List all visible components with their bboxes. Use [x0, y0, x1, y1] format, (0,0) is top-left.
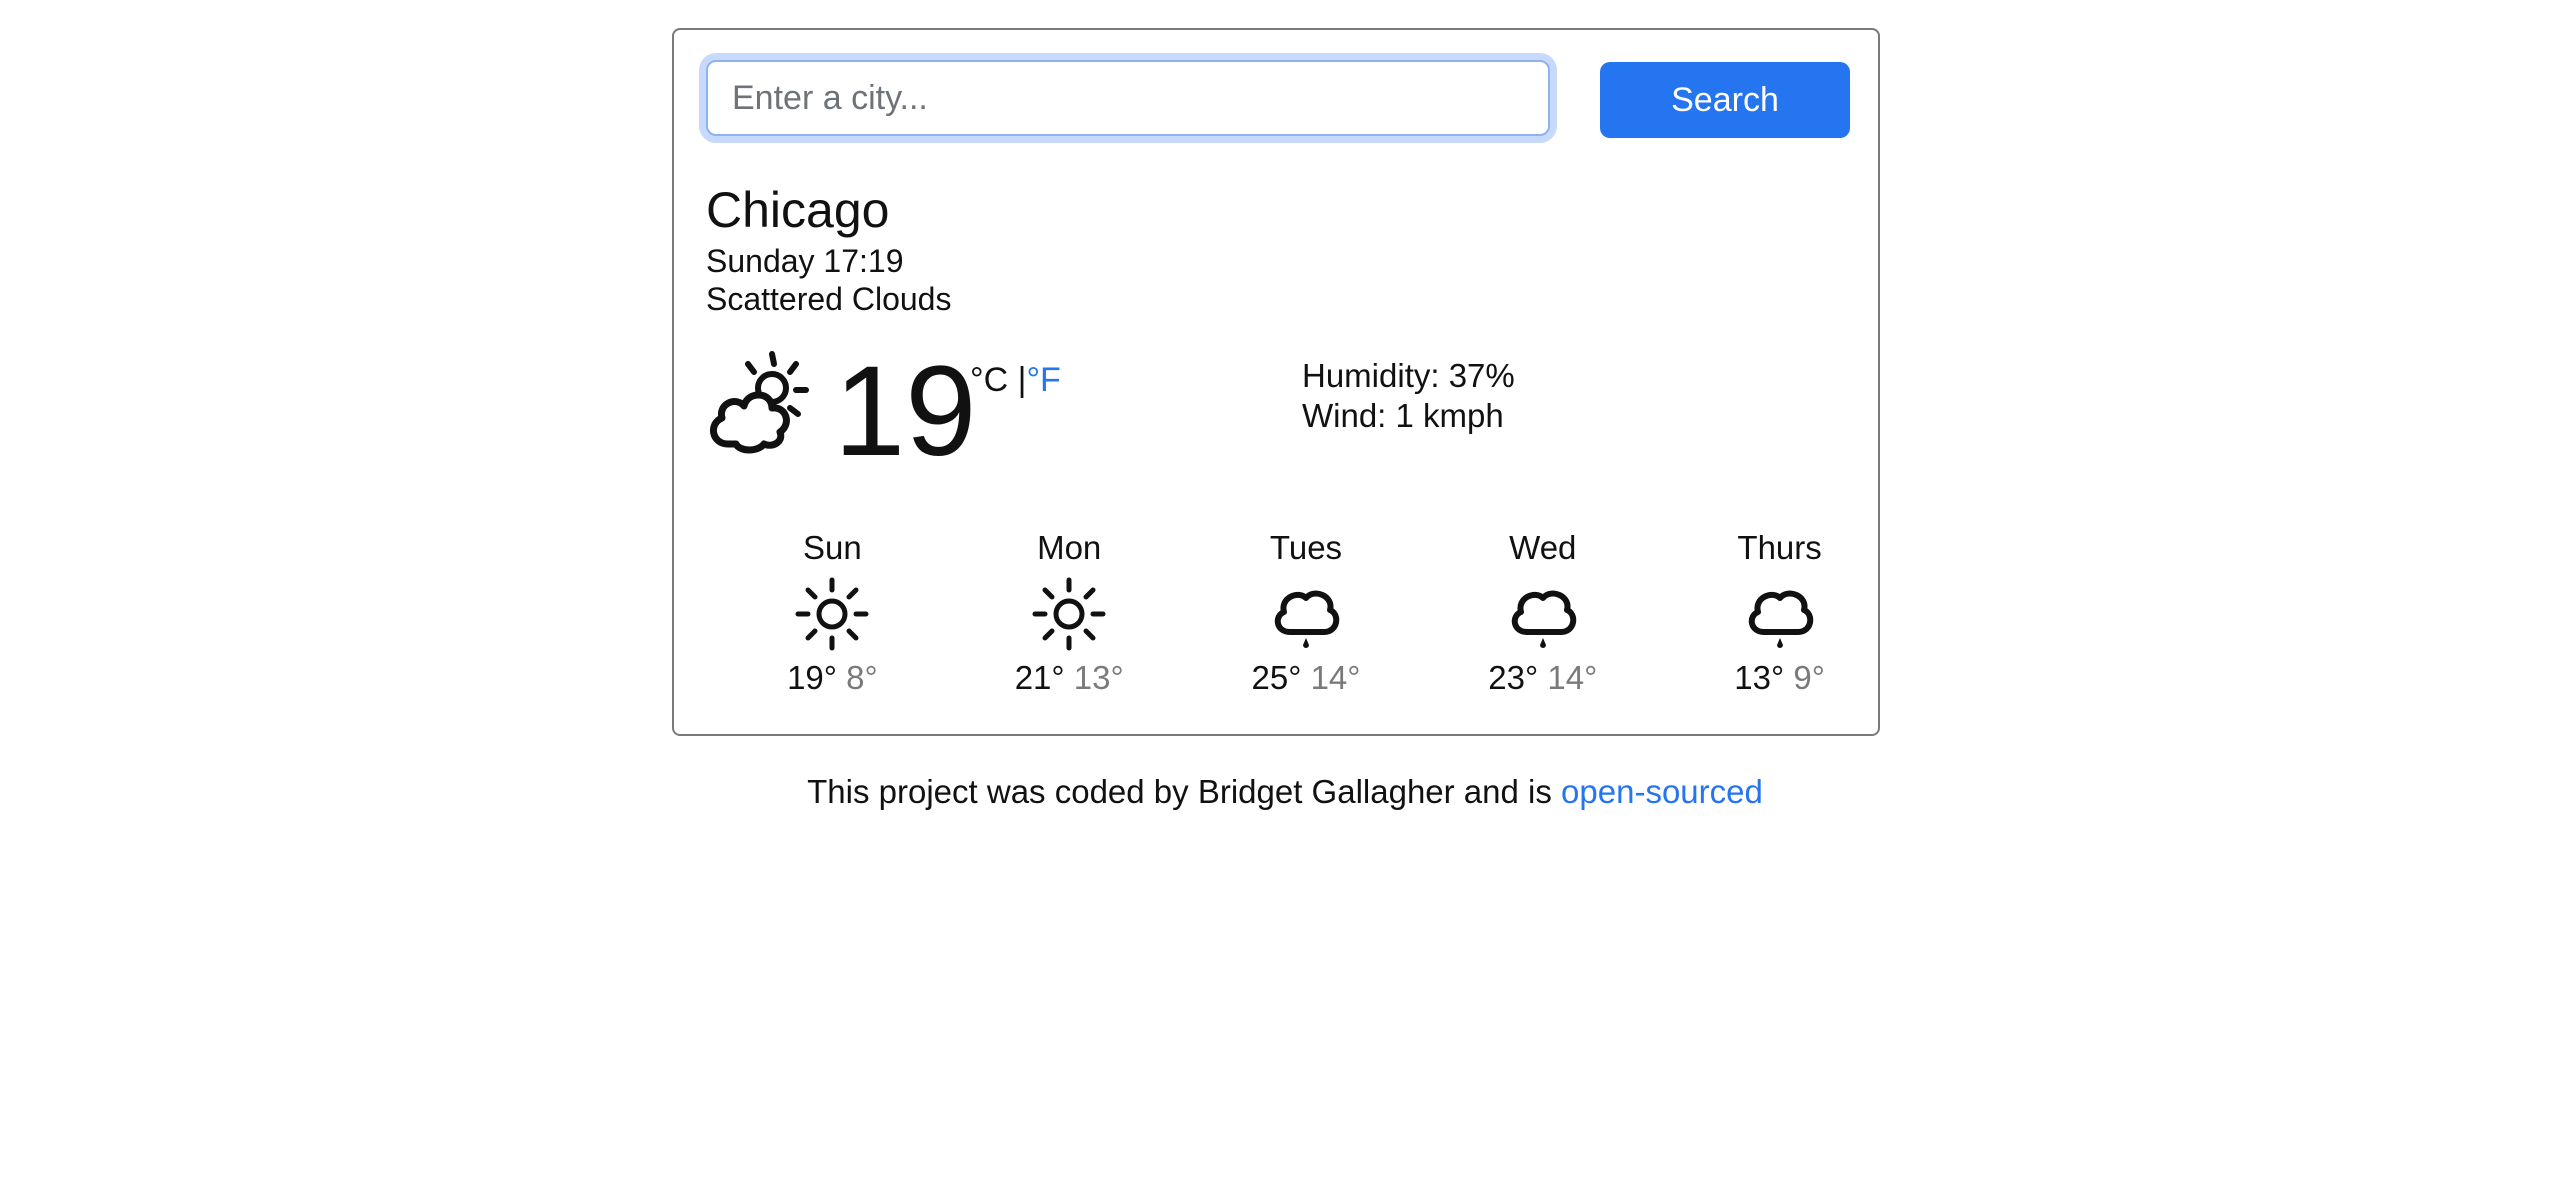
humidity: Humidity: 37% — [1302, 357, 1515, 394]
forecast-day-name: Wed — [1509, 529, 1577, 566]
forecast-temps: 21° 13° — [1015, 659, 1124, 696]
forecast-day: Thurs 13° 9° — [1661, 528, 1898, 698]
forecast-temps: 13° 9° — [1734, 659, 1825, 696]
forecast-temps: 23° 14° — [1488, 659, 1597, 696]
forecast-day: Sun 19° 8° — [714, 528, 951, 698]
forecast-min-temp: 14° — [1547, 659, 1598, 696]
rain-cloud-icon — [1274, 590, 1340, 648]
wind-speed: Wind: 1 kmph — [1302, 397, 1504, 434]
forecast-row: Sun 19° 8° Mon 21° 13° Tues 25° 14° Wed … — [714, 528, 1898, 698]
sun-icon — [1032, 577, 1106, 651]
current-datetime: Sunday 17:19 — [706, 243, 904, 279]
forecast-max-temp: 21° — [1014, 659, 1065, 696]
unit-toggle: °C |°F — [970, 360, 1061, 400]
forecast-day-name: Thurs — [1737, 529, 1822, 566]
forecast-max-temp: 13° — [1734, 659, 1785, 696]
forecast-day: Mon 21° 13° — [951, 528, 1188, 698]
unit-separator: | — [1008, 361, 1027, 399]
city-name: Chicago — [706, 182, 890, 238]
forecast-max-temp: 23° — [1488, 659, 1539, 696]
city-search-input[interactable] — [706, 60, 1550, 136]
footer-text: This project was coded by Bridget Gallag… — [807, 773, 1562, 810]
forecast-max-temp: 25° — [1251, 659, 1302, 696]
search-button[interactable]: Search — [1600, 62, 1850, 138]
forecast-day: Wed 23° 14° — [1424, 528, 1661, 698]
forecast-day-name: Tues — [1269, 529, 1343, 566]
sun-icon — [795, 577, 869, 651]
forecast-min-temp: 8° — [846, 659, 878, 696]
rain-cloud-icon — [1511, 590, 1576, 648]
forecast-temps: 19° 8° — [787, 659, 878, 696]
forecast-min-temp: 9° — [1793, 659, 1825, 696]
weather-details: Humidity: 37% Wind: 1 kmph — [1302, 356, 1515, 436]
rain-cloud-icon — [1748, 590, 1813, 648]
forecast-min-temp: 14° — [1310, 659, 1361, 696]
weather-description: Scattered Clouds — [706, 281, 952, 317]
current-temperature: 19 — [834, 340, 977, 483]
forecast-day: Tues 25° 14° — [1188, 528, 1425, 698]
forecast-day-name: Sun — [803, 529, 862, 566]
celsius-unit: °C — [970, 361, 1009, 399]
forecast-max-temp: 19° — [787, 659, 837, 696]
partly-cloudy-icon — [710, 351, 809, 454]
footer: This project was coded by Bridget Gallag… — [0, 772, 2570, 812]
fahrenheit-link[interactable]: °F — [1026, 361, 1060, 399]
weather-card: Search Chicago Sunday 17:19 Scattered Cl… — [672, 28, 1880, 736]
forecast-day-name: Mon — [1037, 529, 1102, 566]
open-sourced-link[interactable]: open-sourced — [1561, 773, 1763, 810]
forecast-min-temp: 13° — [1073, 659, 1124, 696]
forecast-temps: 25° 14° — [1252, 659, 1361, 696]
